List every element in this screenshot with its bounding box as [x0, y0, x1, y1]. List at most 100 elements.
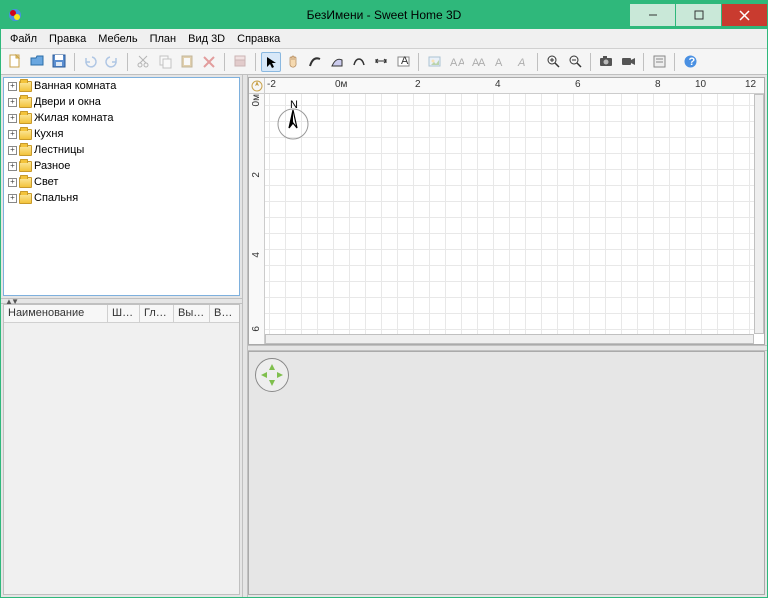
ruler-tick: 6: [251, 326, 262, 332]
catalog-item: + Двери и окна: [4, 94, 239, 110]
preferences-icon[interactable]: [649, 52, 669, 72]
ruler-tick: 6: [575, 79, 581, 90]
plan-view[interactable]: -2 0м 2 4 6 8 10 12 0м 2 4 6: [248, 77, 765, 345]
compass-label: N: [290, 99, 298, 111]
help-icon[interactable]: ?: [680, 52, 700, 72]
import-bg-icon[interactable]: [424, 52, 444, 72]
expand-icon[interactable]: +: [8, 146, 17, 155]
folder-icon: [19, 145, 32, 156]
menu-bar: Файл Правка Мебель План Вид 3D Справка: [1, 29, 767, 49]
select-icon[interactable]: [261, 52, 281, 72]
furniture-table[interactable]: Наименование Шир... Глуб... Высота Видим…: [3, 304, 240, 595]
ruler-tick: 4: [251, 252, 262, 258]
catalog-item: + Свет: [4, 174, 239, 190]
create-text-icon[interactable]: A: [393, 52, 413, 72]
catalog-label[interactable]: Ванная комната: [34, 80, 116, 92]
create-video-icon[interactable]: [618, 52, 638, 72]
text-italic-icon[interactable]: A: [512, 52, 532, 72]
paste-icon[interactable]: [177, 52, 197, 72]
vertical-ruler[interactable]: 0м 2 4 6: [249, 94, 265, 344]
catalog-label[interactable]: Лестницы: [34, 144, 84, 156]
catalog-label[interactable]: Жилая комната: [34, 112, 113, 124]
col-depth[interactable]: Глуб...: [140, 305, 174, 322]
toolbar-sep: [224, 53, 225, 71]
furniture-catalog[interactable]: + Ванная комната + Двери и окна + Жилая ком…: [3, 77, 240, 296]
menu-help[interactable]: Справка: [232, 31, 285, 47]
col-name[interactable]: Наименование: [4, 305, 108, 322]
title-bar[interactable]: БезИмени - Sweet Home 3D: [1, 1, 767, 29]
toolbar-sep: [418, 53, 419, 71]
expand-icon[interactable]: +: [8, 130, 17, 139]
toolbar-sep: [255, 53, 256, 71]
text-style-icon[interactable]: A: [490, 52, 510, 72]
create-walls-icon[interactable]: [305, 52, 325, 72]
toolbar-sep: [74, 53, 75, 71]
furniture-table-header: Наименование Шир... Глуб... Высота Видим…: [4, 305, 239, 323]
menu-3dview[interactable]: Вид 3D: [183, 31, 230, 47]
expand-icon[interactable]: +: [8, 162, 17, 171]
svg-text:A: A: [450, 57, 458, 69]
text-smaller-icon[interactable]: AA: [468, 52, 488, 72]
catalog-label[interactable]: Разное: [34, 160, 70, 172]
create-dimensions-icon[interactable]: [371, 52, 391, 72]
toolbar-sep: [674, 53, 675, 71]
redo-icon[interactable]: [102, 52, 122, 72]
copy-icon[interactable]: [155, 52, 175, 72]
expand-icon[interactable]: +: [8, 82, 17, 91]
catalog-label[interactable]: Спальня: [34, 192, 78, 204]
app-icon: [7, 7, 23, 23]
toolbar-sep: [590, 53, 591, 71]
expand-icon[interactable]: +: [8, 98, 17, 107]
folder-icon: [19, 193, 32, 204]
plan-grid[interactable]: [265, 94, 764, 344]
minimize-button[interactable]: [630, 4, 675, 26]
compass-icon[interactable]: N: [271, 98, 315, 142]
catalog-label[interactable]: Свет: [34, 176, 58, 188]
catalog-label[interactable]: Кухня: [34, 128, 63, 140]
col-height[interactable]: Высота: [174, 305, 210, 322]
create-rooms-icon[interactable]: [327, 52, 347, 72]
ruler-tick: -2: [267, 79, 276, 90]
pan-arrows-icon: [258, 361, 286, 389]
folder-icon: [19, 177, 32, 188]
menu-file[interactable]: Файл: [5, 31, 42, 47]
maximize-button[interactable]: [676, 4, 721, 26]
svg-text:A: A: [458, 57, 464, 69]
text-bigger-icon[interactable]: AA: [446, 52, 466, 72]
catalog-label[interactable]: Двери и окна: [34, 96, 101, 108]
close-button[interactable]: [722, 4, 767, 26]
expand-icon[interactable]: +: [8, 178, 17, 187]
ruler-corner-icon[interactable]: [249, 78, 265, 94]
pan-hand-icon[interactable]: [283, 52, 303, 72]
horizontal-ruler[interactable]: -2 0м 2 4 6 8 10 12: [265, 78, 764, 94]
create-photo-icon[interactable]: [596, 52, 616, 72]
3d-nav-control[interactable]: [255, 358, 289, 392]
zoom-out-icon[interactable]: [565, 52, 585, 72]
menu-furniture[interactable]: Мебель: [93, 31, 142, 47]
expand-icon[interactable]: +: [8, 114, 17, 123]
add-furniture-icon[interactable]: [230, 52, 250, 72]
plan-vscrollbar[interactable]: [754, 94, 764, 334]
app-window: БезИмени - Sweet Home 3D Файл Правка Меб…: [0, 0, 768, 598]
menu-plan[interactable]: План: [145, 31, 182, 47]
new-icon[interactable]: [5, 52, 25, 72]
cut-icon[interactable]: [133, 52, 153, 72]
3d-view[interactable]: [248, 351, 765, 595]
undo-icon[interactable]: [80, 52, 100, 72]
zoom-in-icon[interactable]: [543, 52, 563, 72]
folder-icon: [19, 97, 32, 108]
menu-edit[interactable]: Правка: [44, 31, 91, 47]
svg-text:A: A: [478, 57, 486, 69]
open-icon[interactable]: [27, 52, 47, 72]
create-polylines-icon[interactable]: [349, 52, 369, 72]
save-icon[interactable]: [49, 52, 69, 72]
delete-icon[interactable]: [199, 52, 219, 72]
plan-hscrollbar[interactable]: [265, 334, 754, 344]
col-visible[interactable]: Видимо...: [210, 305, 239, 322]
expand-icon[interactable]: +: [8, 194, 17, 203]
folder-icon: [19, 113, 32, 124]
right-pane: -2 0м 2 4 6 8 10 12 0м 2 4 6: [248, 75, 767, 597]
col-width[interactable]: Шир...: [108, 305, 140, 322]
catalog-item: + Кухня: [4, 126, 239, 142]
catalog-item: + Лестницы: [4, 142, 239, 158]
